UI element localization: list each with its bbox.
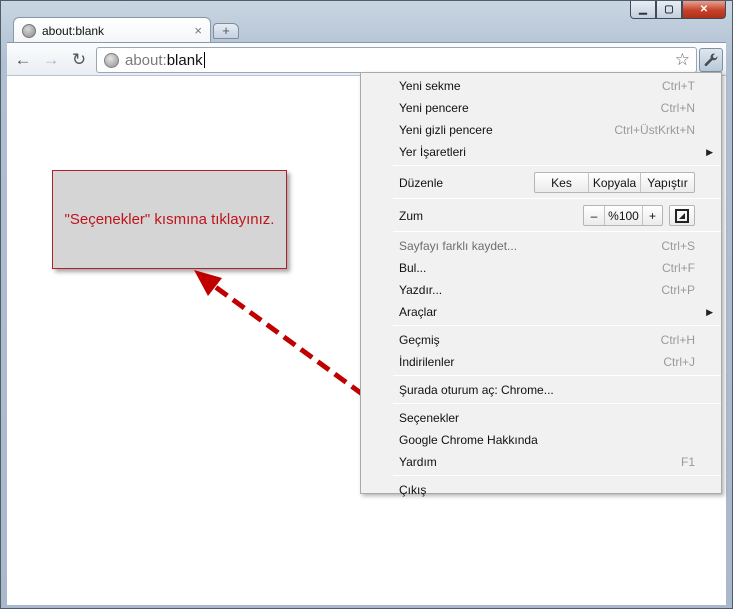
menu-item-new-window[interactable]: Yeni pencere Ctrl+N	[361, 97, 721, 119]
bookmark-star-icon[interactable]: ☆	[675, 50, 690, 70]
back-button[interactable]: ←	[12, 49, 34, 71]
forward-button[interactable]: →	[40, 49, 62, 71]
menu-item-history[interactable]: Geçmiş Ctrl+H	[361, 329, 721, 351]
maximize-button[interactable]: ▢	[656, 1, 682, 19]
window-controls: ▁ ▢ ✕	[630, 1, 726, 19]
wrench-menu: Yeni sekme Ctrl+T Yeni pencere Ctrl+N Yeni…	[360, 72, 722, 497]
reload-button[interactable]: ↻	[68, 49, 90, 71]
tab-title: about:blank	[42, 23, 105, 38]
zoom-in-button[interactable]: +	[642, 206, 662, 225]
globe-icon	[22, 23, 36, 38]
menu-item-tools[interactable]: Araçlar ▶	[361, 301, 721, 323]
menu-item-exit[interactable]: Çıkış	[361, 479, 721, 501]
toolbar: ← → ↻ about:blank ☆	[7, 42, 726, 76]
tab-about-blank[interactable]: about:blank ×	[13, 17, 211, 43]
paste-button[interactable]: Yapıştır	[640, 173, 694, 192]
menu-item-help[interactable]: Yardım F1	[361, 451, 721, 473]
menu-item-zoom: Zum – %100 +	[361, 202, 721, 229]
menu-separator	[393, 198, 721, 199]
menu-item-downloads[interactable]: İndirilenler Ctrl+J	[361, 351, 721, 373]
wrench-menu-button[interactable]	[699, 48, 723, 72]
menu-separator	[393, 165, 721, 166]
menu-item-sign-in[interactable]: Şurada oturum aç: Chrome...	[361, 379, 721, 401]
menu-item-edit: Düzenle Kes Kopyala Yapıştır	[361, 169, 721, 196]
minimize-button[interactable]: ▁	[630, 1, 656, 19]
menu-item-save-as[interactable]: Sayfayı farklı kaydet... Ctrl+S	[361, 235, 721, 257]
menu-separator	[393, 375, 721, 376]
menu-item-incognito[interactable]: Yeni gizli pencere Ctrl+ÜstKrkt+N	[361, 119, 721, 141]
zoom-level: %100	[604, 206, 642, 225]
menu-item-print[interactable]: Yazdır... Ctrl+P	[361, 279, 721, 301]
zoom-out-button[interactable]: –	[584, 206, 604, 225]
menu-separator	[393, 231, 721, 232]
wrench-icon	[704, 53, 718, 67]
tab-close-icon[interactable]: ×	[194, 23, 202, 38]
address-bar[interactable]: about:blank ☆	[96, 47, 697, 73]
instruction-callout: "Seçenekler" kısmına tıklayınız.	[52, 170, 287, 269]
menu-item-bookmarks[interactable]: Yer İşaretleri ▶	[361, 141, 721, 163]
menu-separator	[393, 475, 721, 476]
menu-item-about[interactable]: Google Chrome Hakkında	[361, 429, 721, 451]
page-globe-icon	[104, 52, 119, 68]
url-text: about:blank	[125, 51, 205, 69]
edit-buttons: Kes Kopyala Yapıştır	[534, 172, 695, 193]
menu-separator	[393, 403, 721, 404]
menu-item-find[interactable]: Bul... Ctrl+F	[361, 257, 721, 279]
submenu-arrow-icon: ▶	[706, 306, 713, 317]
close-window-button[interactable]: ✕	[682, 1, 726, 19]
cut-button[interactable]: Kes	[535, 173, 588, 192]
fullscreen-icon	[675, 208, 689, 223]
fullscreen-button[interactable]	[669, 205, 695, 226]
menu-item-options[interactable]: Seçenekler	[361, 407, 721, 429]
menu-item-new-tab[interactable]: Yeni sekme Ctrl+T	[361, 75, 721, 97]
instruction-text: "Seçenekler" kısmına tıklayınız.	[64, 211, 275, 228]
copy-button[interactable]: Kopyala	[588, 173, 640, 192]
submenu-arrow-icon: ▶	[706, 146, 713, 157]
new-tab-button[interactable]: +	[213, 23, 239, 39]
menu-separator	[393, 325, 721, 326]
zoom-controls: – %100 +	[583, 205, 663, 226]
